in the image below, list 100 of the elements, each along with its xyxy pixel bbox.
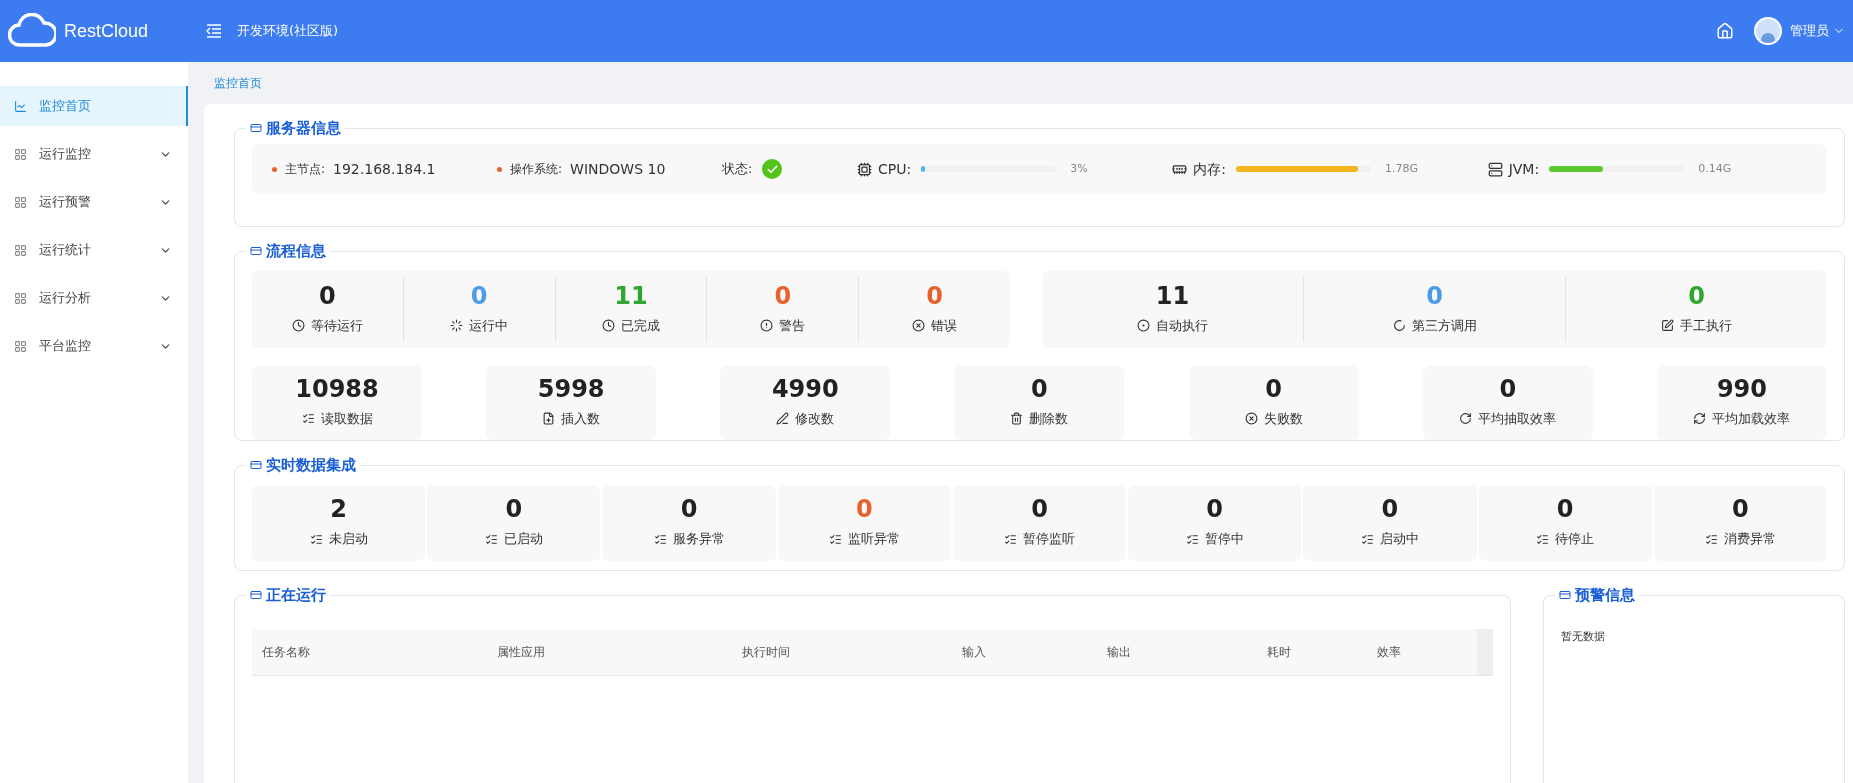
- stat-label: 已完成: [621, 316, 660, 335]
- sidebar-item[interactable]: 运行监控: [0, 134, 188, 174]
- stat-label: 服务异常: [672, 530, 725, 549]
- chip-icon: [857, 161, 872, 177]
- meter-label: 内存:: [1193, 159, 1227, 179]
- column-header: 耗时: [1267, 644, 1292, 661]
- status-label: 状态:: [722, 160, 753, 179]
- meter-label: JVM:: [1508, 159, 1540, 179]
- stat-label: 已启动: [503, 530, 543, 549]
- bullet-icon: [272, 166, 277, 172]
- card-icon: [250, 122, 262, 135]
- clock-icon: [291, 318, 305, 332]
- list-icon: [1704, 532, 1718, 546]
- column-header: 效率: [1377, 644, 1402, 661]
- field-label: 主节点:: [285, 161, 326, 178]
- stat-label: 未启动: [328, 530, 368, 549]
- circle-icon: [1137, 318, 1150, 332]
- stat-value: 0: [1688, 283, 1705, 308]
- list-icon: [653, 532, 667, 546]
- stat-value: 990: [1716, 377, 1767, 401]
- stat-label: 读取数据: [320, 410, 373, 428]
- environment-title: 开发环境(社区版): [237, 22, 339, 41]
- list-icon: [484, 532, 498, 546]
- card-icon: [250, 245, 262, 258]
- menu-fold-icon[interactable]: [206, 24, 222, 38]
- sidebar-item[interactable]: 运行统计: [0, 230, 188, 270]
- list-icon: [1185, 532, 1199, 546]
- stat-label: 平均加载效率: [1712, 410, 1791, 428]
- stat-value: 0: [1556, 497, 1574, 522]
- stat-value: 5998: [537, 377, 605, 401]
- user-name[interactable]: 管理员: [1790, 21, 1829, 41]
- sidebar-item[interactable]: 平台监控: [0, 326, 188, 366]
- stat-value: 0: [1732, 497, 1749, 522]
- stat-label: 运行中: [469, 316, 509, 335]
- stat-label: 启动中: [1379, 530, 1419, 549]
- column-header: 任务名称: [262, 644, 311, 661]
- home-icon[interactable]: [1716, 22, 1734, 40]
- card-icon: [1559, 589, 1571, 602]
- chart-icon: [14, 99, 27, 113]
- x-circle-icon: [1244, 412, 1258, 426]
- stat-label: 手工执行: [1680, 316, 1732, 335]
- stat-label: 消费异常: [1723, 530, 1776, 549]
- stat-value: 0: [1426, 283, 1443, 308]
- grid-icon: [14, 339, 27, 353]
- grid-icon: [14, 291, 27, 305]
- stat-value: 0: [774, 283, 792, 308]
- stat-value: 0: [319, 283, 336, 308]
- server-icon: [1487, 161, 1503, 177]
- bullet-icon: [497, 166, 502, 172]
- list-icon: [1536, 532, 1550, 546]
- section-title: 预警信息: [1575, 585, 1635, 606]
- sidebar-item[interactable]: 运行分析: [0, 278, 188, 318]
- section-title: 流程信息: [266, 241, 326, 262]
- stat-label: 待停止: [1555, 530, 1595, 549]
- column-header: 属性应用: [497, 644, 546, 661]
- section-title: 正在运行: [266, 585, 326, 606]
- stat-label: 修改数: [795, 410, 835, 428]
- field-value: 192.168.184.1: [333, 159, 436, 179]
- stat-value: 2: [330, 497, 347, 522]
- rotate-icon: [1459, 412, 1473, 426]
- grid-icon: [14, 147, 27, 161]
- meter-label: CPU:: [878, 159, 912, 179]
- stat-label: 错误: [931, 316, 958, 335]
- stat-label: 失败数: [1263, 410, 1303, 428]
- card-icon: [250, 459, 262, 472]
- meter-reading: 1.78G: [1385, 160, 1419, 177]
- file-plus-icon: [542, 412, 556, 426]
- grid-icon: [14, 195, 27, 209]
- sidebar-item[interactable]: 运行预警: [0, 182, 188, 222]
- field-value: WINDOWS 10: [570, 159, 666, 179]
- stat-value: 0: [926, 283, 943, 308]
- stat-value: 0: [1206, 497, 1224, 522]
- avatar[interactable]: [1754, 17, 1782, 45]
- stat-value: 0: [1381, 497, 1399, 522]
- stat-label: 插入数: [561, 410, 601, 428]
- stat-value: 0: [470, 283, 488, 308]
- trash-icon: [1010, 412, 1024, 426]
- stat-label: 平均抽取效率: [1478, 410, 1557, 428]
- stat-label: 第三方调用: [1411, 316, 1477, 335]
- section-title: 服务器信息: [266, 118, 341, 139]
- empty-message: 暂无数据: [1561, 630, 1605, 643]
- stat-value: 11: [614, 283, 648, 308]
- cloud-logo-icon: [8, 13, 56, 49]
- meter-reading: 0.14G: [1698, 160, 1732, 177]
- list-icon: [1360, 532, 1374, 546]
- list-icon: [1004, 532, 1017, 546]
- stat-value: 0: [1031, 377, 1048, 401]
- stat-label: 监听异常: [847, 530, 900, 549]
- pen-icon: [776, 412, 790, 426]
- stat-label: 警告: [779, 316, 806, 335]
- meter-reading: 3%: [1070, 160, 1088, 177]
- stat-label: 自动执行: [1156, 316, 1208, 335]
- stat-value: 0: [1265, 377, 1282, 401]
- stat-value: 10988: [295, 377, 379, 401]
- logo-text: RestCloud: [64, 19, 149, 43]
- clock-icon: [602, 318, 615, 332]
- list-icon: [301, 412, 315, 426]
- column-header: 输出: [1107, 644, 1132, 661]
- stat-value: 0: [505, 497, 523, 522]
- stat-label: 等待运行: [310, 316, 363, 335]
